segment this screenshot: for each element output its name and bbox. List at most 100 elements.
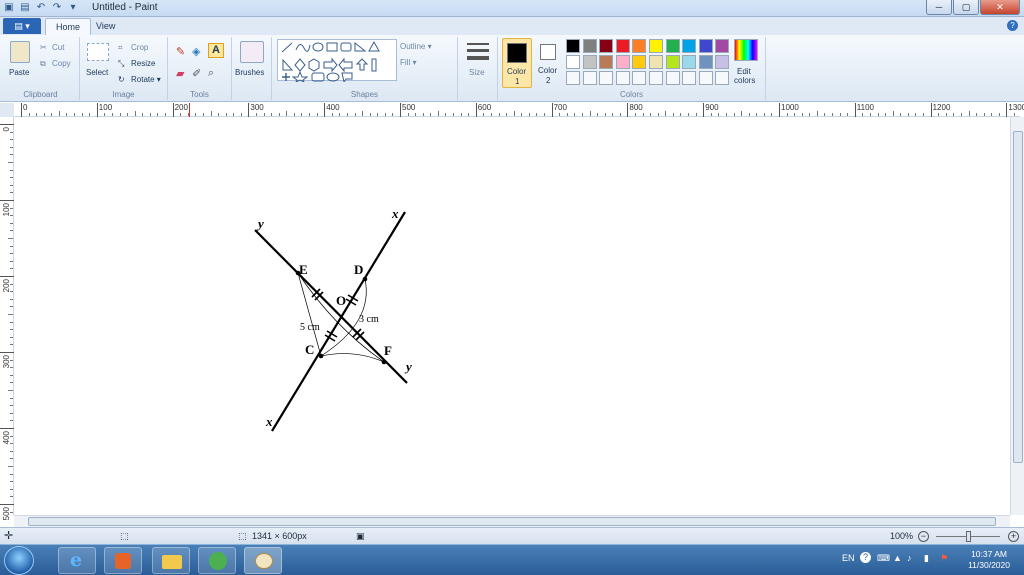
zoom-slider-thumb[interactable] xyxy=(966,531,971,542)
ruler-label: 0 xyxy=(23,103,28,112)
outline-button[interactable]: Outline ▾ xyxy=(400,42,432,51)
text-tool-icon[interactable]: A xyxy=(208,43,224,58)
ruler-minor-tick xyxy=(945,113,947,116)
edit-colors-icon[interactable] xyxy=(734,39,758,61)
zoom-in-button[interactable]: + xyxy=(1008,531,1019,542)
ruler-minor-tick xyxy=(407,113,409,116)
ruler-minor-tick xyxy=(422,113,424,116)
zoom-out-button[interactable]: − xyxy=(918,531,929,542)
ruler-minor-tick xyxy=(165,113,167,116)
redo-icon[interactable]: ↷ xyxy=(50,1,64,15)
media-player-taskbar-icon[interactable] xyxy=(104,547,142,574)
rotate-icon[interactable]: ↻ xyxy=(118,75,125,84)
system-clock[interactable]: 10:37 AM 11/30/2020 xyxy=(968,549,1010,571)
vertical-ruler: 0 100 200 300 400 500 xyxy=(0,117,14,520)
select-icon[interactable] xyxy=(87,43,109,61)
vertical-scroll-thumb[interactable] xyxy=(1013,131,1023,463)
ruler-minor-tick xyxy=(430,113,432,116)
copy-button[interactable]: Copy xyxy=(52,59,71,68)
ruler-major-tick xyxy=(324,103,326,117)
horizontal-scroll-thumb[interactable] xyxy=(28,517,996,526)
ruler-minor-tick xyxy=(89,113,91,116)
ruler-minor-tick xyxy=(597,113,599,116)
crop-button[interactable]: Crop xyxy=(131,43,148,52)
ruler-minor-tick xyxy=(968,111,970,116)
fill-button[interactable]: Fill ▾ xyxy=(400,58,416,67)
file-menu-button[interactable]: ▤ ▾ xyxy=(3,18,41,34)
help-icon[interactable]: ? xyxy=(1007,20,1018,31)
tab-home[interactable]: Home xyxy=(45,18,92,35)
canvas[interactable]: y x E D O 5 cm 3 cm C F y x xyxy=(14,117,1010,515)
horizontal-scrollbar[interactable] xyxy=(14,515,1010,527)
edit-colors-button[interactable]: Edit xyxy=(737,67,751,76)
quick-access-toolbar: ▣ ▤ ↶ ↷ ▾ xyxy=(2,1,80,15)
geometry-drawing[interactable]: y x E D O 5 cm 3 cm C F y x xyxy=(14,117,1010,515)
ruler-minor-tick xyxy=(680,113,682,116)
edit-colors-button-line2[interactable]: colors xyxy=(734,76,755,85)
ruler-minor-tick xyxy=(619,113,621,116)
network-icon[interactable]: ▮ xyxy=(924,553,929,564)
ruler-minor-tick xyxy=(10,450,13,452)
rotate-button[interactable]: Rotate ▾ xyxy=(131,75,161,84)
undo-icon[interactable]: ↶ xyxy=(34,1,48,15)
label-c: C xyxy=(305,342,314,357)
ruler-minor-tick xyxy=(301,113,303,116)
ruler-minor-tick xyxy=(10,397,13,399)
volume-icon[interactable]: ♪ xyxy=(907,553,912,563)
tab-view[interactable]: View xyxy=(86,18,125,35)
coccoc-browser-taskbar-icon[interactable] xyxy=(198,547,236,574)
minimize-button[interactable]: ─ xyxy=(926,0,952,15)
action-center-icon[interactable]: ⚑ xyxy=(940,553,948,564)
paint-taskbar-icon[interactable] xyxy=(244,547,282,574)
shapes-gallery[interactable] xyxy=(277,39,398,84)
cut-icon[interactable]: ✂ xyxy=(40,43,47,52)
ruler-minor-tick xyxy=(885,113,887,116)
paste-icon[interactable] xyxy=(10,41,30,63)
size-button[interactable]: Size xyxy=(469,68,485,77)
help-tray-icon[interactable]: ? xyxy=(860,552,871,563)
save-icon[interactable]: ▤ xyxy=(18,1,32,15)
brushes-button[interactable]: Brushes xyxy=(235,68,264,77)
select-button[interactable]: Select xyxy=(86,68,108,77)
shapes-gallery-icons[interactable] xyxy=(278,40,398,84)
ruler-minor-tick xyxy=(339,113,341,116)
paste-button[interactable]: Paste xyxy=(9,68,29,77)
crop-icon[interactable]: ⌗ xyxy=(118,43,123,53)
point-c xyxy=(318,353,324,359)
customize-dropdown-icon[interactable]: ▾ xyxy=(66,1,80,15)
cut-button[interactable]: Cut xyxy=(52,43,64,52)
ruler-minor-tick xyxy=(10,321,13,323)
fill-bucket-icon[interactable]: ◈ xyxy=(192,45,200,58)
magnifier-icon[interactable]: ⌕ xyxy=(208,67,214,80)
paint-app-icon[interactable]: ▣ xyxy=(2,1,16,15)
size-line-thick[interactable] xyxy=(467,56,489,60)
brushes-icon[interactable] xyxy=(240,41,264,63)
file-explorer-taskbar-icon[interactable] xyxy=(152,547,190,574)
start-button[interactable] xyxy=(4,546,34,575)
eraser-icon[interactable]: ▰ xyxy=(176,67,184,80)
ruler-major-tick xyxy=(475,103,477,117)
ruler-minor-tick xyxy=(10,260,13,262)
show-hidden-icons-icon[interactable]: ▲ xyxy=(893,553,902,563)
resize-icon[interactable]: ⤡ xyxy=(118,59,124,69)
internet-explorer-taskbar-icon[interactable]: e xyxy=(58,547,96,574)
ruler-minor-tick xyxy=(51,113,53,116)
size-line-medium[interactable] xyxy=(467,49,489,52)
keyboard-tray-icon[interactable]: ⌨ xyxy=(877,553,890,564)
color-picker-icon[interactable]: ✐ xyxy=(192,67,201,80)
size-line-thin[interactable] xyxy=(467,43,489,45)
maximize-button[interactable]: ▢ xyxy=(953,0,979,15)
copy-icon[interactable]: ⧉ xyxy=(40,59,46,69)
ruler-minor-tick xyxy=(263,113,265,116)
language-indicator[interactable]: EN xyxy=(842,553,855,563)
pencil-icon[interactable]: ✎ xyxy=(176,45,185,58)
ruler-minor-tick xyxy=(309,113,311,116)
ruler-minor-tick xyxy=(74,113,76,116)
clock-time: 10:37 AM xyxy=(971,549,1007,559)
vertical-scrollbar[interactable] xyxy=(1010,117,1024,515)
ruler-label: 800 xyxy=(629,103,643,112)
resize-button[interactable]: Resize xyxy=(131,59,155,68)
ruler-minor-tick xyxy=(392,113,394,116)
ruler-minor-tick xyxy=(10,511,13,513)
close-button[interactable]: ✕ xyxy=(980,0,1020,15)
